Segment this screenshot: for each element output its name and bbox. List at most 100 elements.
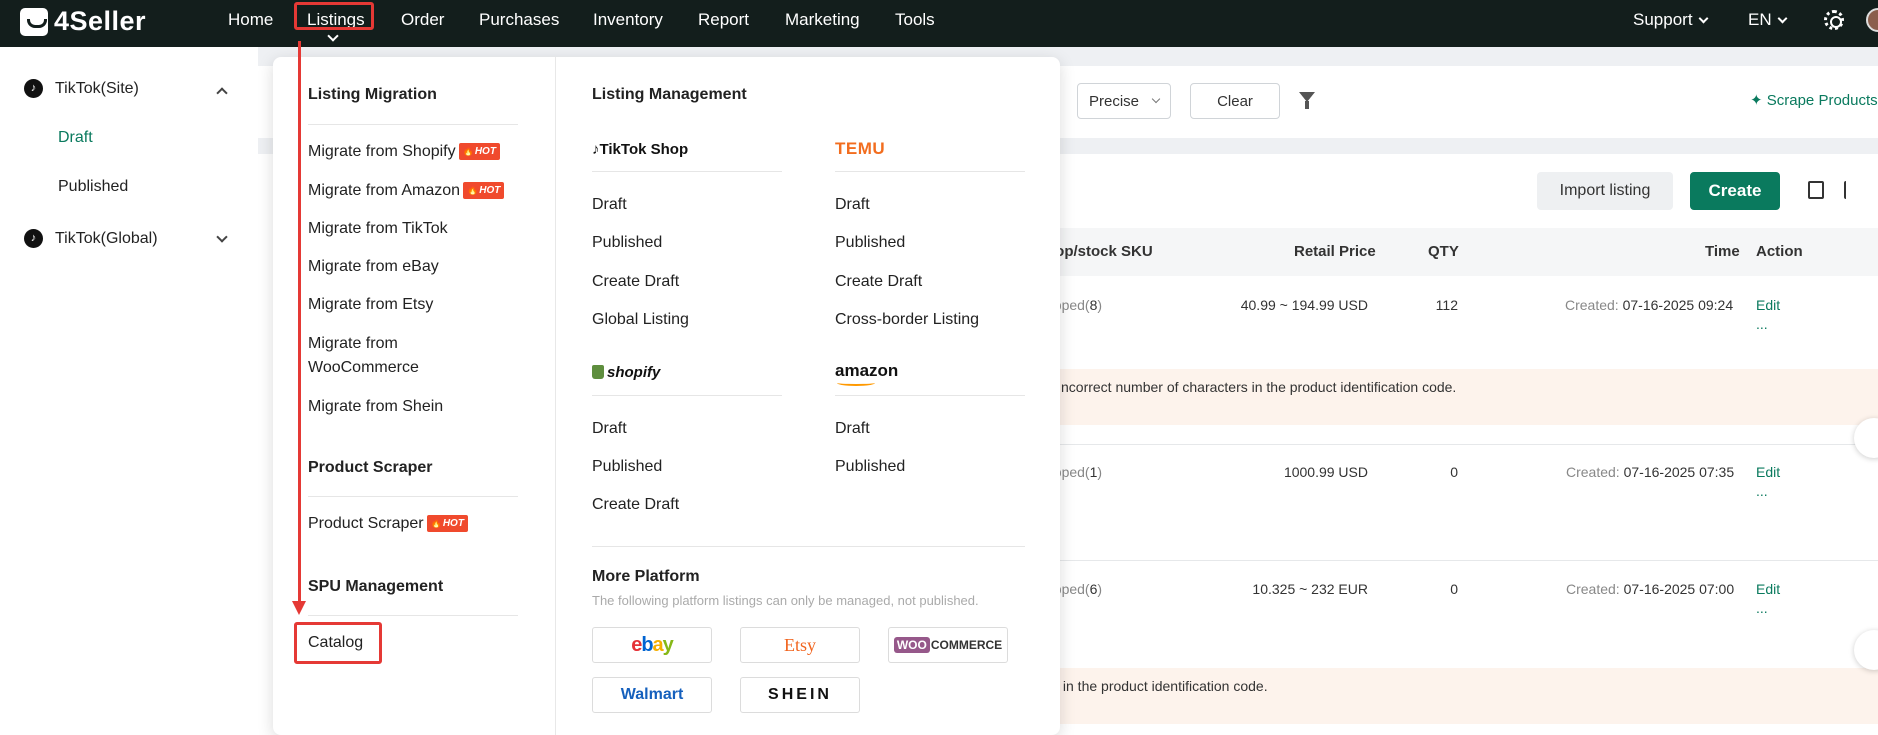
- more-actions-button[interactable]: ...: [1756, 600, 1768, 616]
- brand-label: amazon: [835, 361, 899, 380]
- temu-logo: TEMU: [835, 139, 886, 158]
- migrate-tiktok-item[interactable]: Migrate from TikTok: [308, 217, 448, 241]
- create-button[interactable]: Create: [1690, 172, 1780, 210]
- sidebar-group-tiktok-global[interactable]: ♪ TikTok(Global): [24, 229, 158, 248]
- menu-item-label: Migrate from Shopify: [308, 143, 456, 160]
- edit-link[interactable]: Edit: [1756, 581, 1780, 597]
- sidebar-group-label: TikTok(Site): [55, 79, 139, 97]
- edit-link[interactable]: Edit: [1756, 297, 1780, 313]
- shopify-draft-item[interactable]: Draft: [592, 417, 627, 441]
- section-divider: [592, 171, 782, 172]
- woocommerce-platform-button[interactable]: WOO COMMERCE: [888, 627, 1008, 663]
- sparkle-icon: ✦: [1750, 92, 1767, 109]
- tiktok-create-draft-item[interactable]: Create Draft: [592, 270, 679, 294]
- woo-suffix: COMMERCE: [930, 638, 1003, 652]
- ebay-platform-button[interactable]: ebay: [592, 627, 712, 663]
- sort-icon[interactable]: [1844, 181, 1860, 199]
- language-menu[interactable]: EN: [1748, 0, 1788, 39]
- amazon-smile-icon: [837, 380, 875, 386]
- shopify-create-draft-item[interactable]: Create Draft: [592, 493, 679, 517]
- export-icon[interactable]: [1808, 181, 1824, 199]
- more-actions-button[interactable]: ...: [1756, 483, 1768, 499]
- nav-purchases[interactable]: Purchases: [479, 0, 559, 39]
- nav-tools[interactable]: Tools: [895, 0, 935, 39]
- tiktok-icon: ♪: [24, 229, 43, 248]
- product-scraper-title: Product Scraper: [308, 459, 433, 476]
- clear-button[interactable]: Clear: [1190, 83, 1280, 119]
- more-actions-button[interactable]: ...: [1756, 316, 1768, 332]
- nav-home[interactable]: Home: [228, 0, 273, 39]
- sidebar-group-label: TikTok(Global): [55, 229, 158, 247]
- migrate-amazon-item[interactable]: Migrate from AmazonHOT: [308, 179, 505, 203]
- hot-badge: HOT: [426, 515, 468, 532]
- migrate-ebay-item[interactable]: Migrate from eBay: [308, 255, 439, 279]
- table-row-qty: 0: [1450, 581, 1458, 597]
- table-row-price: 40.99 ~ 194.99 USD: [1240, 297, 1368, 313]
- table-row-time: Created: 07-16-2025 09:24: [1565, 297, 1733, 313]
- logo[interactable]: 4Seller: [20, 6, 146, 37]
- nav-marketing[interactable]: Marketing: [785, 0, 860, 39]
- product-scraper-item[interactable]: Product ScraperHOT: [308, 512, 468, 536]
- edit-link[interactable]: Edit: [1756, 464, 1780, 480]
- tiktok-published-item[interactable]: Published: [592, 231, 662, 255]
- temu-draft-item[interactable]: Draft: [835, 193, 870, 217]
- section-divider: [592, 395, 782, 396]
- tiktok-shop-logo: ♪TikTok Shop: [592, 141, 688, 158]
- created-time: 07-16-2025 09:24: [1622, 297, 1734, 313]
- sku-suffix: ): [1097, 464, 1103, 480]
- migrate-shopify-item[interactable]: Migrate from ShopifyHOT: [308, 140, 500, 164]
- import-listing-button[interactable]: Import listing: [1537, 172, 1673, 210]
- table-row-time: Created: 07-16-2025 07:00: [1566, 581, 1734, 597]
- sidebar-item-published[interactable]: Published: [58, 178, 128, 196]
- annotation-arrow-head: [292, 601, 306, 615]
- column-header-time: Time: [1705, 243, 1740, 260]
- created-time: 07-16-2025 07:00: [1623, 581, 1735, 597]
- amazon-draft-item[interactable]: Draft: [835, 417, 870, 441]
- tiktok-draft-item[interactable]: Draft: [592, 193, 627, 217]
- sidebar-group-tiktok-site[interactable]: ♪ TikTok(Site): [24, 79, 139, 98]
- temu-cross-border-item[interactable]: Cross-border Listing: [835, 308, 979, 332]
- tiktok-icon: ♪: [24, 79, 43, 98]
- nav-order[interactable]: Order: [401, 0, 444, 39]
- nav-report[interactable]: Report: [698, 0, 749, 39]
- shein-platform-button[interactable]: SHEIN: [740, 677, 860, 713]
- listing-management-title: Listing Management: [592, 86, 747, 103]
- sidebar-item-draft[interactable]: Draft: [58, 129, 93, 147]
- column-header-action: Action: [1756, 243, 1803, 260]
- etsy-platform-button[interactable]: Etsy: [740, 627, 860, 663]
- column-header-price: Retail Price: [1294, 243, 1376, 260]
- temu-create-draft-item[interactable]: Create Draft: [835, 270, 922, 294]
- shopify-bag-icon: [592, 365, 604, 379]
- avatar[interactable]: [1866, 8, 1878, 32]
- temu-published-item[interactable]: Published: [835, 231, 905, 255]
- chevron-up-icon[interactable]: [216, 87, 228, 99]
- more-platform-title: More Platform: [592, 568, 700, 585]
- scrape-products-link[interactable]: ✦ Scrape Products: [1750, 91, 1878, 109]
- listings-highlight-box: [294, 2, 374, 30]
- migrate-woocommerce-item[interactable]: Migrate from WooCommerce: [308, 332, 438, 380]
- nav-inventory[interactable]: Inventory: [593, 0, 663, 39]
- sidebar: ♪ TikTok(Site) Draft Published ♪ TikTok(…: [0, 47, 258, 735]
- error-banner: [1000, 668, 1878, 724]
- support-menu[interactable]: Support: [1633, 0, 1708, 39]
- section-divider: [835, 395, 1025, 396]
- chevron-down-icon[interactable]: [216, 231, 228, 243]
- table-row-price: 1000.99 USD: [1283, 464, 1368, 480]
- sku-suffix: ): [1097, 297, 1103, 313]
- spu-management-title: SPU Management: [308, 578, 444, 595]
- filter-icon[interactable]: [1299, 92, 1315, 109]
- shopify-published-item[interactable]: Published: [592, 455, 662, 479]
- woocommerce-logo: WOO COMMERCE: [893, 637, 1003, 653]
- gear-icon[interactable]: [1824, 10, 1844, 30]
- section-divider: [308, 615, 518, 616]
- search-mode-select[interactable]: Precise: [1077, 83, 1171, 119]
- migrate-etsy-item[interactable]: Migrate from Etsy: [308, 293, 433, 317]
- migrate-shein-item[interactable]: Migrate from Shein: [308, 395, 443, 419]
- row-divider: [1000, 444, 1878, 445]
- tiktok-global-listing-item[interactable]: Global Listing: [592, 308, 689, 332]
- import-label: Import listing: [1559, 182, 1651, 199]
- chevron-down-icon: [1151, 94, 1161, 104]
- amazon-published-item[interactable]: Published: [835, 455, 905, 479]
- table-row-qty: 112: [1435, 297, 1458, 313]
- walmart-platform-button[interactable]: Walmart: [592, 677, 712, 713]
